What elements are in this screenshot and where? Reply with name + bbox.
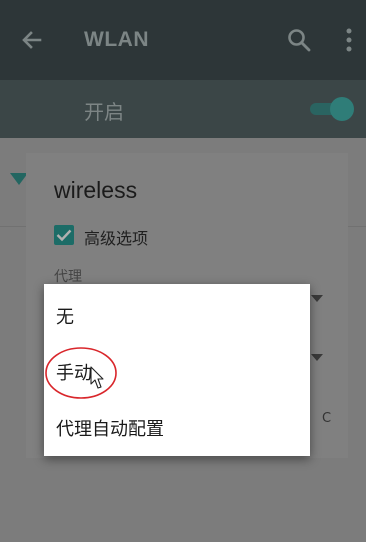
menu-item-pac[interactable]: 代理自动配置 bbox=[44, 398, 310, 454]
wlan-toggle[interactable] bbox=[304, 94, 356, 124]
menu-item-none[interactable]: 无 bbox=[44, 286, 310, 342]
checkmark-icon bbox=[56, 229, 72, 242]
advanced-options-label: 高级选项 bbox=[84, 229, 149, 248]
search-icon[interactable] bbox=[286, 27, 312, 53]
arrow-left-icon[interactable] bbox=[18, 26, 46, 54]
partial-text: C bbox=[322, 411, 332, 426]
wlan-master-switch-bar[interactable]: 开启 bbox=[0, 80, 366, 138]
more-vert-icon[interactable] bbox=[342, 27, 356, 53]
toggle-thumb bbox=[330, 97, 354, 121]
highlight-annotation bbox=[45, 347, 117, 399]
page-title: WLAN bbox=[84, 28, 149, 51]
dialog-title: wireless bbox=[54, 177, 138, 203]
wlan-switch-label: 开启 bbox=[84, 100, 124, 124]
proxy-label: 代理 bbox=[54, 269, 82, 285]
hand-cursor-icon bbox=[90, 366, 104, 389]
menu-item-label: 无 bbox=[56, 307, 74, 328]
menu-item-label: 代理自动配置 bbox=[56, 419, 164, 440]
dropdown-arrow-icon[interactable] bbox=[311, 295, 323, 303]
dropdown-arrow-icon[interactable] bbox=[311, 354, 323, 362]
advanced-options-checkbox[interactable] bbox=[54, 225, 74, 245]
app-bar: WLAN bbox=[0, 0, 366, 80]
